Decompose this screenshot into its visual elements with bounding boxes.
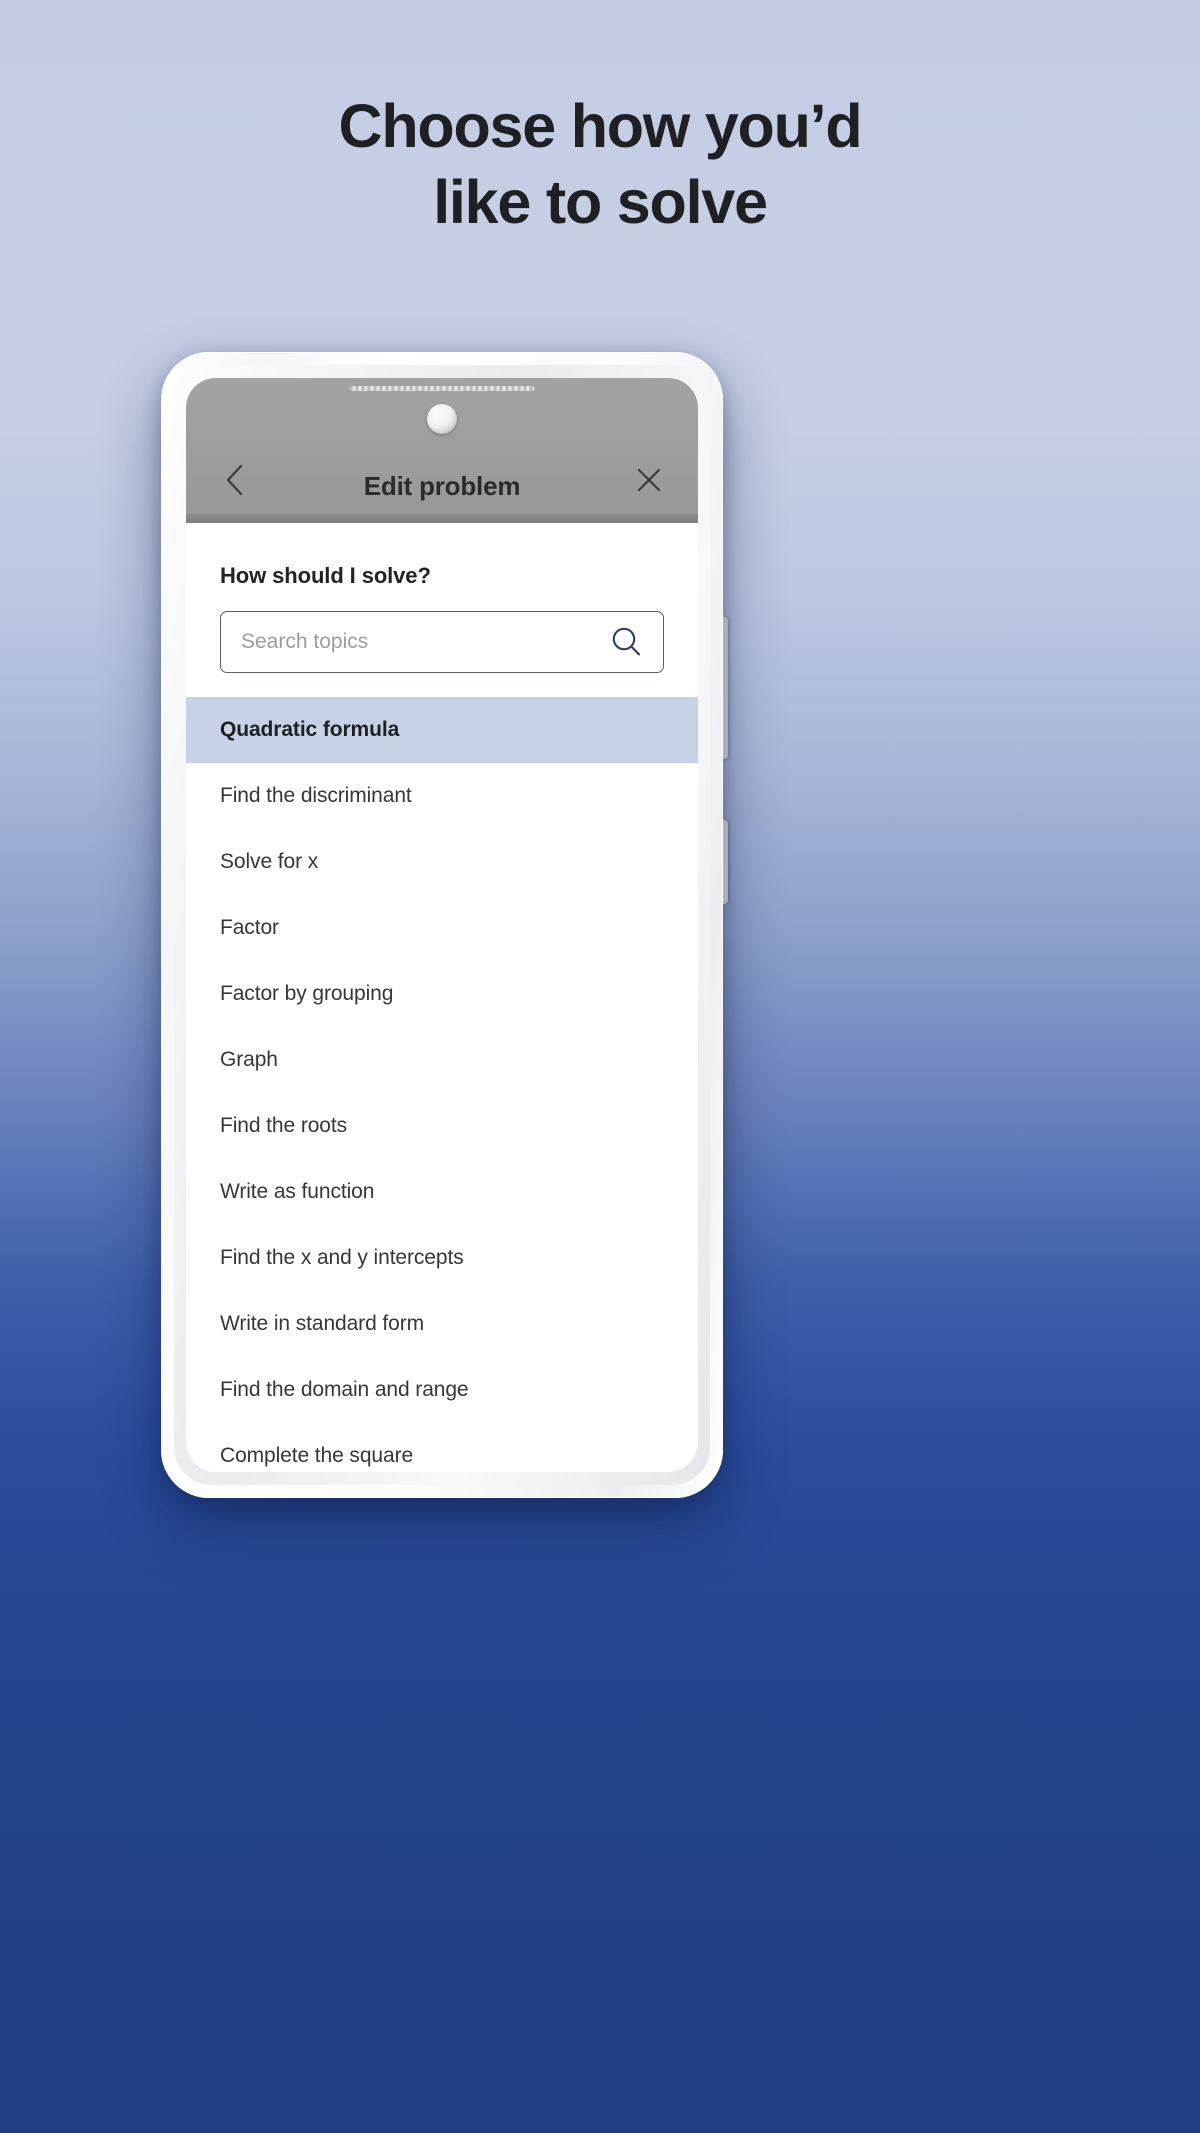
promo-headline: Choose how you’d like to solve [0, 88, 1200, 241]
phone-mockup: Edit problem How should I solve? Search … [161, 352, 728, 1498]
topic-item-find-the-roots[interactable]: Find the roots [186, 1093, 698, 1159]
search-input[interactable] [241, 630, 609, 654]
topic-label: Graph [220, 1048, 278, 1071]
promo-headline-line-2: like to solve [433, 168, 768, 237]
close-x-icon [633, 464, 665, 501]
topic-item-factor[interactable]: Factor [186, 895, 698, 961]
topic-label: Write in standard form [220, 1312, 424, 1335]
topic-label: Find the domain and range [220, 1378, 469, 1401]
topic-list: Quadratic formula Find the discriminant … [186, 697, 698, 1472]
page-title: Edit problem [363, 471, 521, 501]
topic-label: Factor [220, 916, 279, 939]
topic-item-find-the-x-and-y-intercepts[interactable]: Find the x and y intercepts [186, 1225, 698, 1291]
topic-label: Factor by grouping [220, 982, 394, 1005]
close-button[interactable] [626, 459, 672, 505]
back-button[interactable] [212, 459, 258, 505]
app-content: How should I solve? Quadratic formula [186, 523, 698, 1472]
topic-label: Write as function [220, 1180, 375, 1203]
topic-label: Solve for x [220, 850, 319, 873]
phone-screen: Edit problem How should I solve? Search … [186, 378, 698, 1472]
topic-label: Find the discriminant [220, 784, 412, 807]
topic-label: Find the x and y intercepts [220, 1246, 464, 1269]
search-container [186, 589, 698, 697]
promo-headline-line-1: Choose how you’d [338, 92, 862, 160]
search-box[interactable] [220, 611, 664, 673]
topic-item-find-the-domain-and-range[interactable]: Find the domain and range [186, 1357, 698, 1423]
prompt-label: How should I solve? [220, 563, 431, 588]
app-header: Edit problem [186, 378, 698, 523]
topic-item-find-the-discriminant[interactable]: Find the discriminant [186, 763, 698, 829]
topic-item-write-in-standard-form[interactable]: Write in standard form [186, 1291, 698, 1357]
topic-item-graph[interactable]: Graph [186, 1027, 698, 1093]
topic-item-solve-for-x[interactable]: Solve for x [186, 829, 698, 895]
topic-label: Complete the square [220, 1444, 414, 1467]
front-camera-punch-hole-icon [427, 404, 457, 434]
search-icon[interactable] [609, 625, 643, 659]
topic-item-write-as-function[interactable]: Write as function [186, 1159, 698, 1225]
topic-item-quadratic-formula[interactable]: Quadratic formula [186, 697, 698, 763]
earpiece-speaker-icon [349, 386, 535, 391]
topic-label: Quadratic formula [220, 718, 400, 741]
topic-label: Find the roots [220, 1114, 347, 1137]
topic-item-complete-the-square[interactable]: Complete the square [186, 1423, 698, 1472]
topic-item-factor-by-grouping[interactable]: Factor by grouping [186, 961, 698, 1027]
chevron-left-icon [222, 463, 248, 502]
